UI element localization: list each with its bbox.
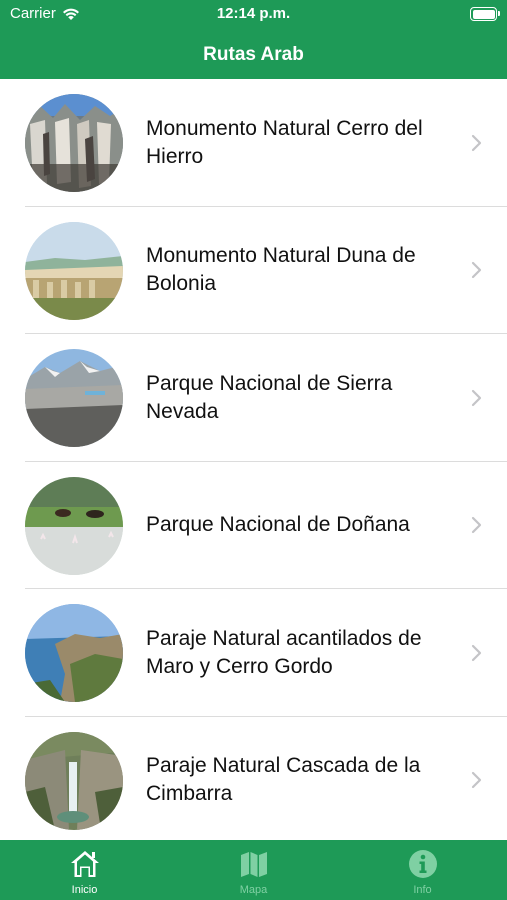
chevron-right-icon: [471, 389, 482, 406]
battery-icon: [470, 7, 500, 21]
list-item-cerro-del-hierro[interactable]: Monumento Natural Cerro del Hierro: [0, 79, 507, 207]
tab-info[interactable]: Info: [338, 840, 507, 900]
home-icon: [70, 851, 99, 877]
page-title: Rutas Arab: [203, 43, 304, 65]
route-title: Parque Nacional de Sierra Nevada: [146, 371, 393, 423]
route-title: Monumento Natural Duna de Bolonia: [146, 244, 416, 296]
list-item-cascada-cimbarra[interactable]: Paraje Natural Cascada de la Cimbarra: [0, 717, 507, 841]
list-item-maro-cerro-gordo[interactable]: Paraje Natural acantilados de Maro y Cer…: [0, 589, 507, 717]
tab-label: Mapa: [239, 884, 268, 896]
chevron-right-icon: [471, 517, 482, 534]
route-thumbnail: [25, 349, 123, 447]
route-thumbnail: [25, 221, 123, 320]
chevron-right-icon: [471, 772, 482, 789]
chevron-right-icon: [471, 262, 482, 279]
route-title: Parque Nacional de Doñana: [146, 513, 410, 537]
chevron-right-icon: [471, 134, 482, 151]
route-thumbnail: [25, 604, 123, 702]
tab-bar: Inicio Mapa Info: [0, 840, 507, 900]
status-bar: Carrier 12:14 p.m.: [0, 0, 507, 30]
route-title: Monumento Natural Cerro del Hierro: [146, 116, 423, 168]
tab-label: Inicio: [71, 884, 98, 896]
info-icon: [408, 850, 437, 878]
tab-inicio[interactable]: Inicio: [0, 840, 169, 900]
list-item-sierra-nevada[interactable]: Parque Nacional de Sierra Nevada: [0, 334, 507, 462]
list-item-donana[interactable]: Parque Nacional de Doñana: [0, 462, 507, 590]
route-title: Paraje Natural acantilados de Maro y Cer…: [146, 626, 422, 678]
tab-label: Info: [413, 884, 432, 896]
route-thumbnail: [25, 476, 123, 575]
navigation-bar: Rutas Arab: [0, 30, 507, 79]
chevron-right-icon: [471, 644, 482, 661]
tab-mapa[interactable]: Mapa: [169, 840, 338, 900]
route-thumbnail: [25, 94, 123, 192]
route-title: Paraje Natural Cascada de la Cimbarra: [146, 754, 421, 806]
map-icon: [240, 852, 267, 877]
route-thumbnail: [25, 731, 123, 830]
clock: 12:14 p.m.: [216, 5, 291, 22]
list-item-duna-de-bolonia[interactable]: Monumento Natural Duna de Bolonia: [0, 207, 507, 335]
routes-list[interactable]: Monumento Natural Cerro del Hierro Monum…: [0, 79, 507, 840]
